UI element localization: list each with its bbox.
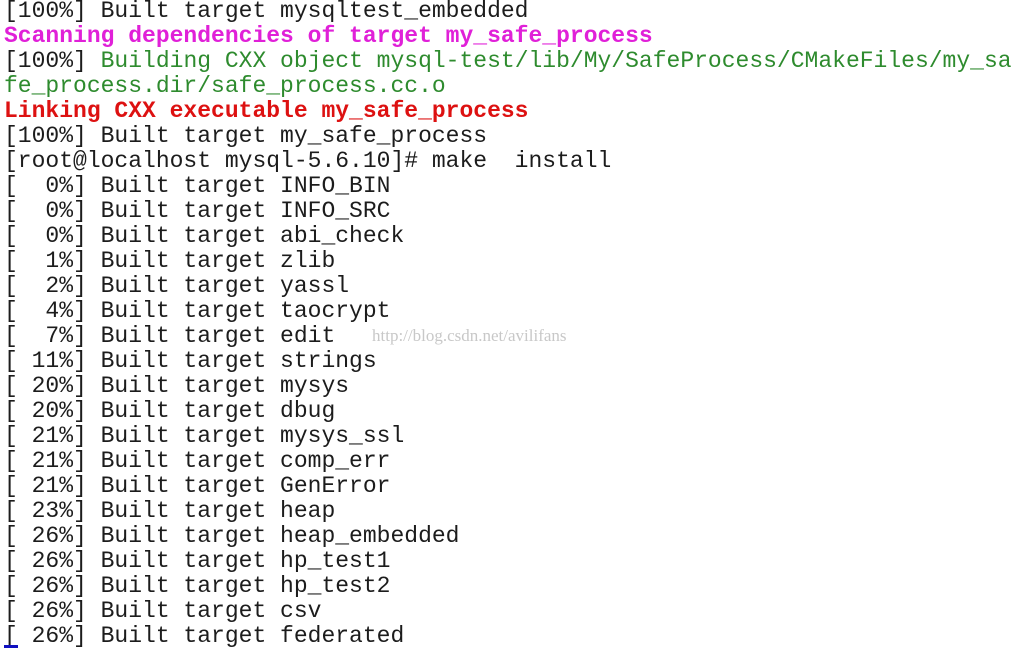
terminal-cursor bbox=[4, 645, 18, 648]
terminal-text: fe_process.dir/safe_process.cc.o bbox=[4, 73, 446, 99]
terminal-text: [ 2%] Built target yassl bbox=[4, 273, 350, 299]
terminal-line: [ 0%] Built target INFO_SRC bbox=[4, 199, 1012, 224]
terminal-text: Building CXX object mysql-test/lib/My/Sa… bbox=[100, 48, 1012, 74]
terminal-text: [ 26%] Built target hp_test2 bbox=[4, 573, 391, 599]
terminal-text: Scanning dependencies of target my_safe_… bbox=[4, 23, 653, 49]
terminal-line: [ 4%] Built target taocrypt bbox=[4, 299, 1012, 324]
terminal-line: Linking CXX executable my_safe_process bbox=[4, 99, 1012, 124]
terminal-text: [ 4%] Built target taocrypt bbox=[4, 298, 391, 324]
terminal-text: [ 26%] Built target csv bbox=[4, 598, 322, 624]
terminal-text: [ 26%] Built target hp_test1 bbox=[4, 548, 391, 574]
terminal-line: [ 26%] Built target hp_test1 bbox=[4, 549, 1012, 574]
terminal-line: fe_process.dir/safe_process.cc.o bbox=[4, 74, 1012, 99]
terminal-line: [ 23%] Built target heap bbox=[4, 499, 1012, 524]
terminal-text: [ 20%] Built target mysys bbox=[4, 373, 350, 399]
terminal-line: [100%] Built target mysqltest_embedded bbox=[4, 0, 1012, 24]
terminal-output[interactable]: [100%] Built target mysqltest_embedded Sc… bbox=[4, 0, 1012, 649]
terminal-text: [ 21%] Built target mysys_ssl bbox=[4, 423, 405, 449]
terminal-line: [ 21%] Built target GenError bbox=[4, 474, 1012, 499]
terminal-line: [ 0%] Built target abi_check bbox=[4, 224, 1012, 249]
terminal-line: [ 26%] Built target hp_test2 bbox=[4, 574, 1012, 599]
terminal-line: [ 2%] Built target yassl bbox=[4, 274, 1012, 299]
terminal-line: [ 21%] Built target comp_err bbox=[4, 449, 1012, 474]
terminal-text: Linking CXX executable my_safe_process bbox=[4, 98, 529, 124]
terminal-text: [ 11%] Built target strings bbox=[4, 348, 377, 374]
terminal-text: [ 26%] Built target heap_embedded bbox=[4, 523, 460, 549]
terminal-text: [100%] Built target my_safe_process bbox=[4, 123, 488, 149]
terminal-text: [ 26%] Built target federated bbox=[4, 623, 405, 649]
terminal-line: [ 20%] Built target dbug bbox=[4, 399, 1012, 424]
terminal-text: [ 0%] Built target abi_check bbox=[4, 223, 405, 249]
watermark: http://blog.csdn.net/avilifans bbox=[372, 326, 567, 345]
terminal-text: [ 7%] Built target edit bbox=[4, 323, 336, 349]
terminal-text: [ 20%] Built target dbug bbox=[4, 398, 336, 424]
terminal-text: [100%] Built target mysqltest_embedded bbox=[4, 0, 529, 24]
terminal-line: [ 26%] Built target csv bbox=[4, 599, 1012, 624]
terminal-line: Scanning dependencies of target my_safe_… bbox=[4, 24, 1012, 49]
terminal-line: [100%] Built target my_safe_process bbox=[4, 124, 1012, 149]
terminal-line: [ 26%] Built target heap_embedded bbox=[4, 524, 1012, 549]
terminal-text: [ 1%] Built target zlib bbox=[4, 248, 336, 274]
terminal-text: [root@localhost mysql-5.6.10]# make inst… bbox=[4, 148, 612, 174]
terminal-line: [ 11%] Built target strings bbox=[4, 349, 1012, 374]
terminal-line: [root@localhost mysql-5.6.10]# make inst… bbox=[4, 149, 1012, 174]
terminal-text: [100%] bbox=[4, 48, 101, 74]
terminal-line: [100%] Building CXX object mysql-test/li… bbox=[4, 49, 1012, 74]
terminal-line: [ 0%] Built target INFO_BIN bbox=[4, 174, 1012, 199]
terminal-text: [ 21%] Built target comp_err bbox=[4, 448, 391, 474]
terminal-text: [ 21%] Built target GenError bbox=[4, 473, 391, 499]
terminal-text: [ 0%] Built target INFO_SRC bbox=[4, 198, 391, 224]
terminal-line: [ 1%] Built target zlib bbox=[4, 249, 1012, 274]
terminal-line: [ 26%] Built target federated bbox=[4, 624, 1012, 649]
terminal-text: [ 23%] Built target heap bbox=[4, 498, 336, 524]
terminal-line: [ 20%] Built target mysys bbox=[4, 374, 1012, 399]
terminal-text: [ 0%] Built target INFO_BIN bbox=[4, 173, 391, 199]
terminal-line: [ 21%] Built target mysys_ssl bbox=[4, 424, 1012, 449]
